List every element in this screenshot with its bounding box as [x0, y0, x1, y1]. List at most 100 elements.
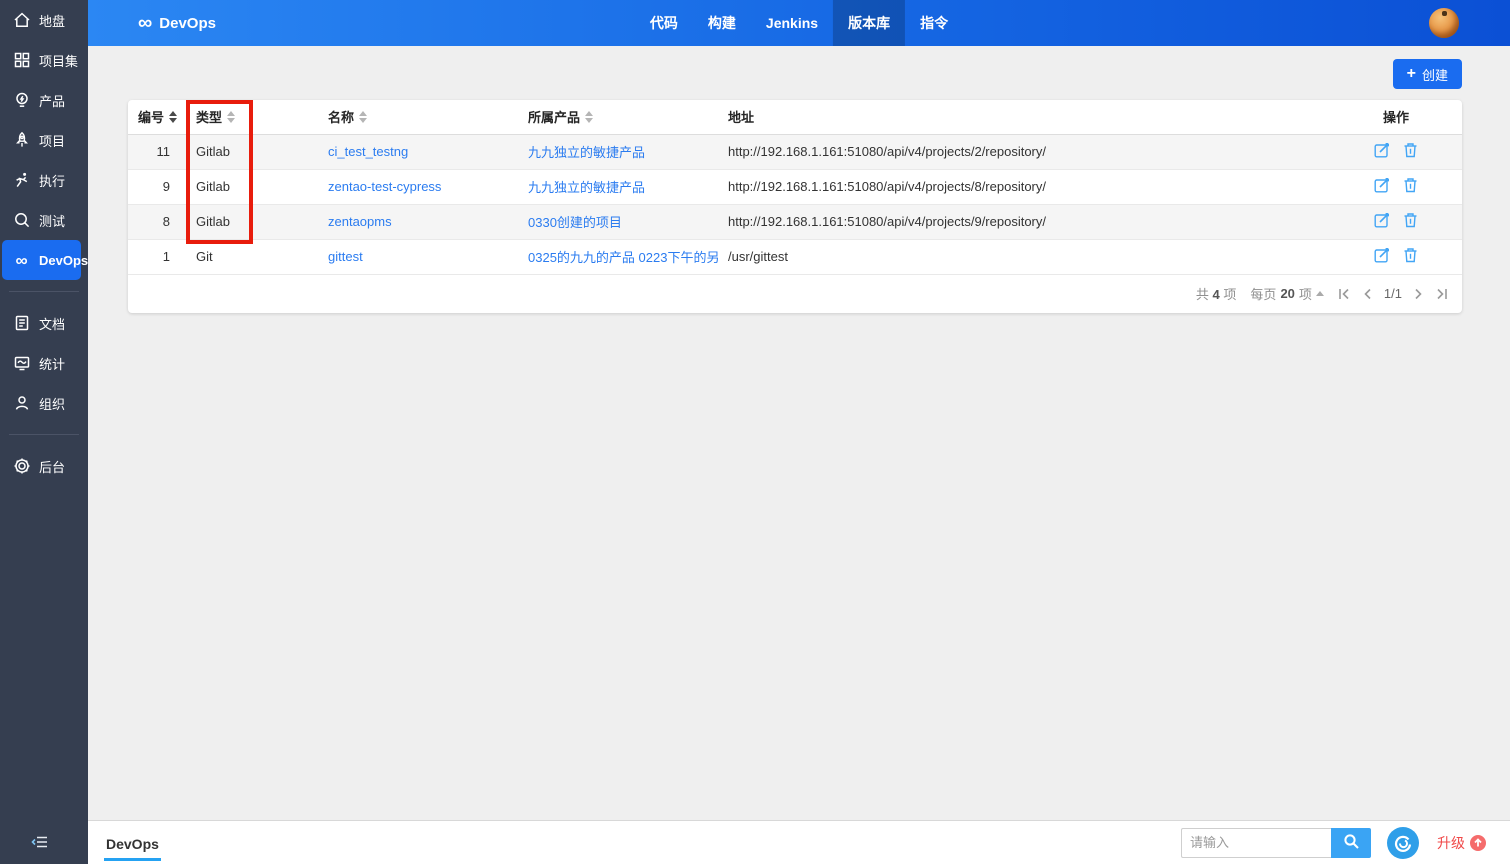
search-input[interactable]: [1181, 828, 1331, 858]
product-link[interactable]: 九九独立的敏捷产品: [528, 180, 645, 195]
col-header-id[interactable]: 编号: [128, 100, 186, 134]
magnifier-icon: [12, 211, 31, 230]
sidebar-item-stats[interactable]: 统计: [0, 343, 88, 383]
table-row: 8 Gitlab zentaopms 0330创建的项目 http://192.…: [128, 204, 1462, 239]
sidebar-item-execution[interactable]: 执行: [0, 160, 88, 200]
cell-id: 1: [128, 239, 186, 274]
main-content: + 创建 编号 类型 名称 所属产品 地址 操作 11 Gitlab ci_t: [88, 46, 1510, 820]
product-link[interactable]: 0325的九九的产品 0223下午的另: [528, 250, 719, 265]
delete-icon[interactable]: [1403, 212, 1418, 231]
sidebar-item-label: 测试: [39, 211, 65, 230]
sidebar-item-doc[interactable]: 文档: [0, 303, 88, 343]
footer-bar: DevOps 升级: [88, 820, 1510, 864]
repo-name-link[interactable]: ci_test_testng: [328, 144, 408, 159]
repo-name-link[interactable]: gittest: [328, 249, 363, 264]
monitor-chart-icon: [12, 354, 31, 373]
sort-icon[interactable]: [169, 111, 177, 123]
repo-name-link[interactable]: zentaopms: [328, 214, 392, 229]
infinity-icon: ∞: [138, 12, 152, 35]
edit-icon[interactable]: [1374, 247, 1390, 266]
sidebar-item-admin[interactable]: 后台: [0, 446, 88, 486]
sidebar-collapse-icon[interactable]: [30, 833, 50, 856]
cell-id: 9: [128, 169, 186, 204]
create-button[interactable]: + 创建: [1393, 59, 1462, 89]
col-header-name[interactable]: 名称: [318, 100, 518, 134]
search-button[interactable]: [1331, 828, 1371, 858]
tab-repository[interactable]: 版本库: [833, 0, 905, 46]
sidebar-item-project[interactable]: 项目: [0, 120, 88, 160]
cell-url: http://192.168.1.161:51080/api/v4/projec…: [718, 169, 1330, 204]
gear-icon: [12, 457, 31, 476]
product-bulb-icon: [12, 91, 31, 110]
edit-icon[interactable]: [1374, 142, 1390, 161]
cell-type: Gitlab: [186, 134, 318, 169]
cell-type: Git: [186, 239, 318, 274]
repository-table: 编号 类型 名称 所属产品 地址 操作 11 Gitlab ci_test_te…: [128, 100, 1462, 275]
tab-jenkins[interactable]: Jenkins: [751, 0, 833, 46]
zentao-logo-icon[interactable]: [1387, 827, 1419, 859]
table-row: 9 Gitlab zentao-test-cypress 九九独立的敏捷产品 h…: [128, 169, 1462, 204]
last-page-icon[interactable]: [1435, 288, 1448, 300]
product-link[interactable]: 0330创建的项目: [528, 215, 622, 230]
cell-url: /usr/gittest: [718, 239, 1330, 274]
col-header-product[interactable]: 所属产品: [518, 100, 718, 134]
edit-icon[interactable]: [1374, 212, 1390, 231]
home-icon: [12, 11, 31, 30]
sidebar-item-label: 统计: [39, 354, 65, 373]
infinity-icon: ∞: [12, 251, 31, 270]
delete-icon[interactable]: [1403, 247, 1418, 266]
navbar-tabs: 代码 构建 Jenkins 版本库 指令: [635, 0, 963, 46]
tab-build[interactable]: 构建: [693, 0, 751, 46]
sidebar-item-test[interactable]: 测试: [0, 200, 88, 240]
grid-icon: [12, 51, 31, 70]
table-row: 1 Git gittest 0325的九九的产品 0223下午的另 /usr/g…: [128, 239, 1462, 274]
rocket-icon: [12, 131, 31, 150]
sidebar-item-label: 组织: [39, 394, 65, 413]
sidebar-item-label: 项目集: [39, 51, 78, 70]
delete-icon[interactable]: [1403, 142, 1418, 161]
upgrade-label: 升级: [1437, 833, 1465, 853]
user-avatar[interactable]: [1429, 8, 1459, 38]
prev-page-icon[interactable]: [1363, 288, 1372, 300]
sidebar-item-product[interactable]: 产品: [0, 80, 88, 120]
pagination: 共 4 项 每页 20 项 1/1: [128, 275, 1462, 313]
col-header-actions: 操作: [1330, 100, 1462, 134]
cell-id: 8: [128, 204, 186, 239]
sidebar-item-org[interactable]: 组织: [0, 383, 88, 423]
per-page-selector[interactable]: 每页 20 项: [1250, 284, 1324, 303]
sidebar-item-label: 项目: [39, 131, 65, 150]
cell-type: Gitlab: [186, 169, 318, 204]
cell-id: 11: [128, 134, 186, 169]
table-row: 11 Gitlab ci_test_testng 九九独立的敏捷产品 http:…: [128, 134, 1462, 169]
col-header-url: 地址: [718, 100, 1330, 134]
app-brand: ∞ DevOps: [138, 0, 216, 46]
cell-url: http://192.168.1.161:51080/api/v4/projec…: [718, 134, 1330, 169]
tab-code[interactable]: 代码: [635, 0, 693, 46]
edit-icon[interactable]: [1374, 177, 1390, 196]
upgrade-link[interactable]: 升级: [1437, 833, 1486, 853]
footer-search: [1181, 828, 1371, 858]
sidebar: 地盘 项目集 产品 项目 执行 测试 ∞ DevOps: [0, 0, 88, 864]
sidebar-item-dashboard[interactable]: 地盘: [0, 0, 88, 40]
sidebar-item-program[interactable]: 项目集: [0, 40, 88, 80]
tab-command[interactable]: 指令: [905, 0, 963, 46]
sidebar-item-label: 地盘: [39, 11, 65, 30]
delete-icon[interactable]: [1403, 177, 1418, 196]
sort-icon[interactable]: [585, 111, 593, 123]
table-header-row: 编号 类型 名称 所属产品 地址 操作: [128, 100, 1462, 134]
first-page-icon[interactable]: [1338, 288, 1351, 300]
footer-app-tab-devops[interactable]: DevOps: [104, 825, 161, 861]
product-link[interactable]: 九九独立的敏捷产品: [528, 145, 645, 160]
repo-name-link[interactable]: zentao-test-cypress: [328, 179, 441, 194]
person-icon: [12, 394, 31, 413]
search-icon: [1343, 833, 1360, 853]
page-indicator: 1/1: [1384, 286, 1402, 301]
sort-icon[interactable]: [359, 111, 367, 123]
create-button-label: 创建: [1422, 65, 1448, 84]
runner-icon: [12, 171, 31, 190]
col-header-type[interactable]: 类型: [186, 100, 318, 134]
sidebar-item-label: 后台: [39, 457, 65, 476]
next-page-icon[interactable]: [1414, 288, 1423, 300]
sort-icon[interactable]: [227, 111, 235, 123]
sidebar-item-devops[interactable]: ∞ DevOps: [2, 240, 81, 280]
